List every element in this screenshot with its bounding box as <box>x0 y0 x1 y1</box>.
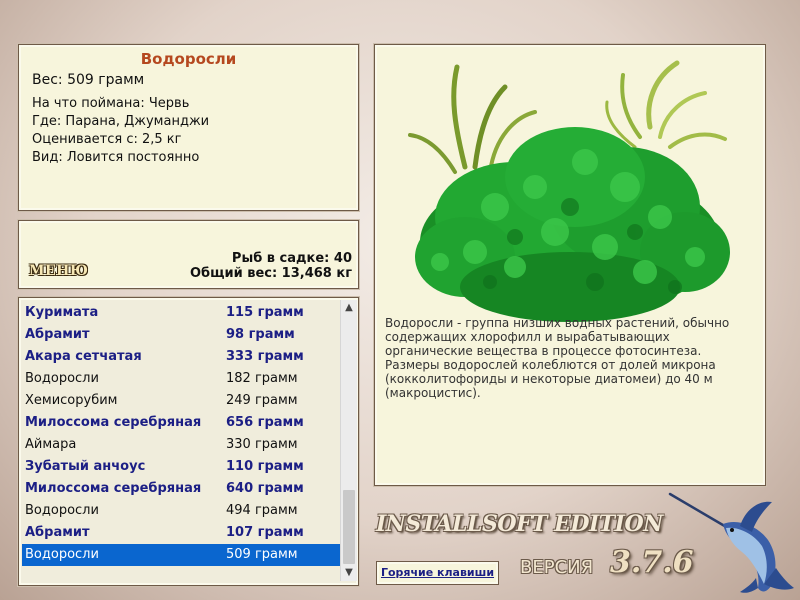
fish-description: Водоросли - группа низших водных растени… <box>385 316 730 400</box>
fish-name: Акара сетчатая <box>25 349 142 364</box>
scrollbar-thumb[interactable] <box>343 490 355 564</box>
list-item[interactable]: Хемисорубим 249 грамм <box>22 390 340 412</box>
fish-name: Милоссома серебряная <box>25 415 202 430</box>
type-line: Вид: Ловится постоянно <box>32 150 200 165</box>
fish-weight-cell: 494 грамм <box>226 503 298 518</box>
fish-weight: Вес: 509 грамм <box>32 72 145 88</box>
fish-name: Зубатый анчоус <box>25 459 146 474</box>
chevron-down-icon[interactable]: ▼ <box>341 565 357 581</box>
list-scrollbar[interactable]: ▲ ▼ <box>340 300 357 581</box>
edition-logo: INSTALLSOFT EDITION <box>376 511 663 537</box>
fish-name: Милоссома серебряная <box>25 481 202 496</box>
fish-weight-cell: 107 грамм <box>226 525 304 540</box>
description-panel: Водоросли - группа низших водных растени… <box>374 44 766 486</box>
list-item[interactable]: Милоссома серебряная 656 грамм <box>22 412 340 434</box>
fish-name: Водоросли <box>25 503 99 518</box>
location-line: Где: Парана, Джуманджи <box>32 114 210 129</box>
fish-weight-cell: 182 грамм <box>226 371 298 386</box>
fish-weight-cell: 249 грамм <box>226 393 298 408</box>
marlin-fish-icon <box>668 492 794 593</box>
fish-weight-cell: 656 грамм <box>226 415 304 430</box>
fish-weight-cell: 98 грамм <box>226 327 295 342</box>
fish-weight-cell: 509 грамм <box>226 547 298 562</box>
list-item[interactable]: Водоросли 494 грамм <box>22 500 340 522</box>
list-item[interactable]: Аймара 330 грамм <box>22 434 340 456</box>
chevron-up-icon[interactable]: ▲ <box>341 300 357 316</box>
total-weight: Общий вес: 13,468 кг <box>189 266 352 281</box>
fish-name: Абрамит <box>25 525 90 540</box>
hotkeys-label[interactable]: Горячие клавиши <box>377 566 498 579</box>
catch-info-panel: Водоросли Вес: 509 грамм На что поймана:… <box>18 44 359 211</box>
bait-line: На что поймана: Червь <box>32 96 190 111</box>
version-label: ВЕРСИЯ <box>520 557 594 578</box>
fish-title: Водоросли <box>140 50 237 68</box>
hotkeys-button[interactable]: Горячие клавиши <box>376 561 499 585</box>
fish-name: Абрамит <box>25 327 90 342</box>
fish-name: Куримата <box>25 305 99 320</box>
moss-plant-image <box>408 60 730 322</box>
fish-name: Водоросли <box>25 547 99 562</box>
list-item[interactable]: Абрамит 107 грамм <box>22 522 340 544</box>
fish-name: Аймара <box>25 437 77 452</box>
keepnet-stats: Рыб в садке: 40 Общий вес: 13,468 кг <box>190 251 352 281</box>
list-item[interactable]: Водоросли 509 грамм <box>22 544 340 566</box>
list-item[interactable]: Водоросли 182 грамм <box>22 368 340 390</box>
fish-count: Рыб в садке: 40 <box>231 251 352 266</box>
value-line: Оценивается с: 2,5 кг <box>32 132 182 147</box>
list-item[interactable]: Акара сетчатая 333 грамм <box>22 346 340 368</box>
fish-details: На что поймана: Червь Где: Парана, Джума… <box>32 95 209 167</box>
menu-button[interactable]: МЕНЮ <box>29 263 88 279</box>
fish-weight-cell: 115 грамм <box>226 305 304 320</box>
fish-weight-cell: 110 грамм <box>226 459 304 474</box>
catch-list[interactable]: Куримата 115 грамм Абрамит 98 грамм Акара се… <box>22 302 340 566</box>
catch-list-panel: Куримата 115 грамм Абрамит 98 грамм Акара се… <box>18 297 359 586</box>
list-item[interactable]: Куримата 115 грамм <box>22 302 340 324</box>
fish-name: Водоросли <box>25 371 99 386</box>
fish-weight-cell: 333 грамм <box>226 349 304 364</box>
fish-weight-cell: 640 грамм <box>226 481 304 496</box>
fish-name: Хемисорубим <box>25 393 118 408</box>
fish-weight-cell: 330 грамм <box>226 437 298 452</box>
list-item[interactable]: Милоссома серебряная 640 грамм <box>22 478 340 500</box>
list-item[interactable]: Зубатый анчоус 110 грамм <box>22 456 340 478</box>
menu-panel: МЕНЮ Рыб в садке: 40 Общий вес: 13,468 к… <box>18 220 359 289</box>
list-item[interactable]: Абрамит 98 грамм <box>22 324 340 346</box>
